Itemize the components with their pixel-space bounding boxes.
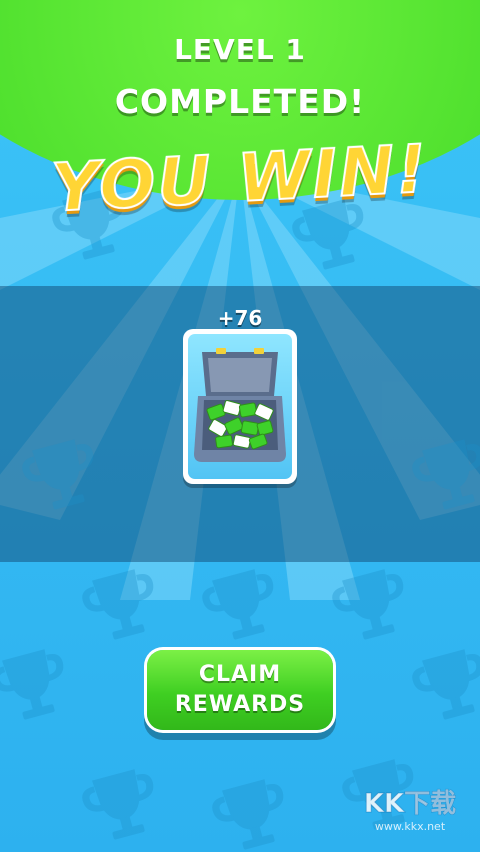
reward-amount: +76 bbox=[217, 306, 263, 330]
reward-card-inner bbox=[188, 334, 292, 479]
cash-briefcase-icon bbox=[194, 348, 286, 462]
claim-rewards-button[interactable]: CLAIM REWARDS bbox=[147, 650, 333, 730]
game-screen: LEVEL 1 COMPLETED! YOU WIN! +76 CLAIM RE… bbox=[0, 0, 480, 852]
level-label: LEVEL 1 bbox=[174, 33, 306, 66]
claim-rewards-label-line2: REWARDS bbox=[174, 692, 306, 717]
claim-rewards-label-line1: CLAIM bbox=[198, 662, 282, 687]
watermark-logo-text: KK下载 bbox=[364, 789, 456, 819]
reward-card bbox=[183, 329, 297, 484]
watermark-url: www.kkx.net bbox=[375, 820, 446, 833]
kk-download-watermark: KK下载 www.kkx.net bbox=[363, 789, 456, 834]
completed-label: COMPLETED! bbox=[114, 82, 366, 121]
